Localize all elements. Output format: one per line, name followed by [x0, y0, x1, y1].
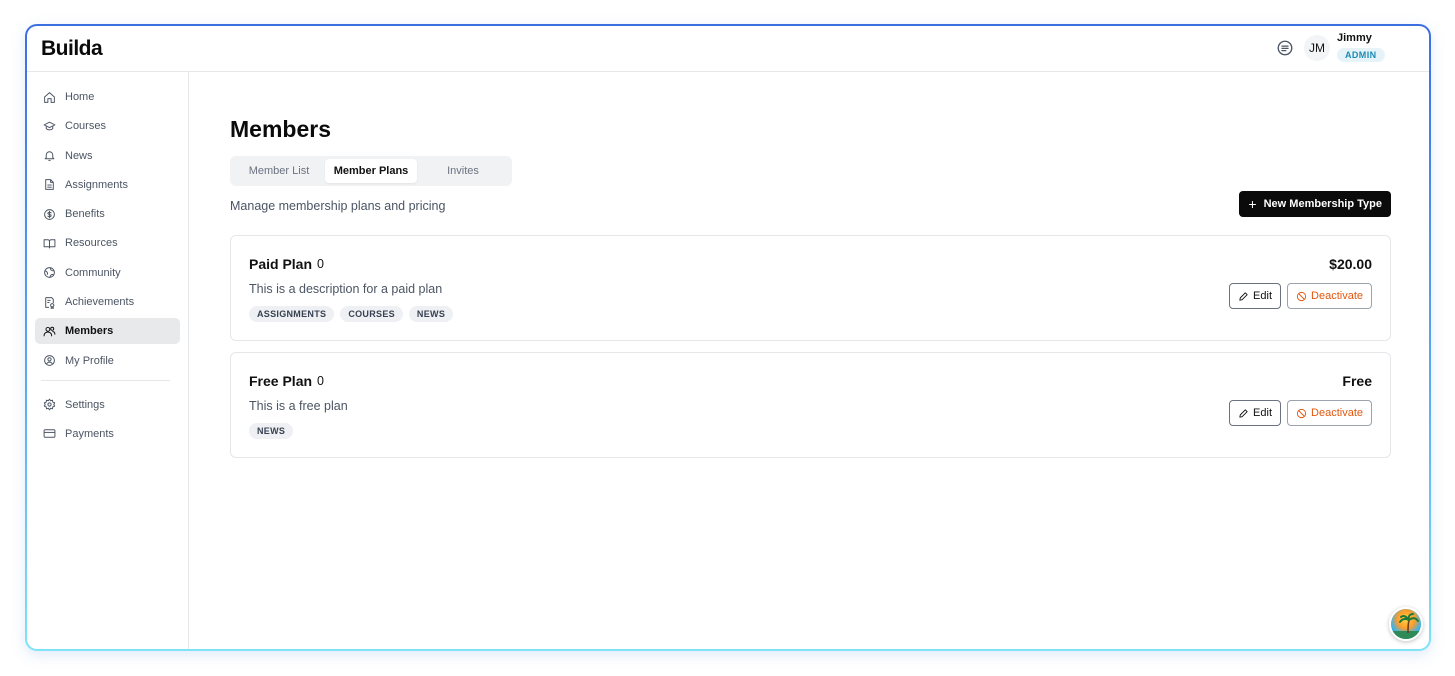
plan-tag: ASSIGNMENTS	[249, 306, 335, 322]
deactivate-button[interactable]: Deactivate	[1287, 283, 1372, 309]
file-text-icon	[45, 179, 54, 191]
bell-icon	[44, 151, 55, 161]
sidebar-item-label: Achievements	[65, 296, 135, 309]
sidebar-item-members[interactable]: Members	[35, 318, 180, 345]
sidebar-item-label: Community	[65, 266, 121, 279]
sidebar-item-label: Resources	[65, 237, 118, 250]
sidebar-item-benefits[interactable]: Benefits	[35, 201, 180, 227]
edit-label: Edit	[1253, 290, 1273, 302]
user-avatar[interactable]: JM	[1304, 35, 1330, 61]
sidebar-item-label: Assignments	[65, 178, 128, 191]
pencil-icon	[1239, 408, 1248, 418]
sidebar-item-label: Members	[65, 325, 114, 338]
chat-icon[interactable]	[1276, 39, 1294, 57]
sidebar-item-news[interactable]: News	[35, 143, 180, 169]
app-window: Builda JM Jimmy ADMIN Home Courses News …	[27, 26, 1429, 649]
sidebar-item-label: Home	[65, 91, 95, 103]
globe-icon	[44, 267, 55, 279]
plan-actions: Edit Deactivate	[1229, 283, 1372, 309]
tab-invites[interactable]: Invites	[417, 159, 509, 183]
plan-price: $20.00	[1329, 256, 1372, 272]
pencil-icon	[1239, 291, 1248, 301]
sidebar-item-resources[interactable]: Resources	[35, 230, 180, 256]
plan-description: This is a free plan	[249, 399, 348, 413]
plan-name: Free Plan	[249, 373, 313, 389]
sidebar-item-settings[interactable]: Settings	[35, 392, 180, 418]
new-membership-type-label: New Membership Type	[1263, 198, 1382, 210]
new-membership-type-button[interactable]: + New Membership Type	[1239, 191, 1391, 217]
credit-card-icon	[43, 429, 56, 439]
plan-price: Free	[1342, 373, 1372, 389]
sidebar-item-label: Payments	[65, 427, 114, 440]
main-content: Members Member List Member Plans Invites…	[189, 72, 1429, 649]
role-badge: ADMIN	[1337, 48, 1385, 62]
sidebar-item-community[interactable]: Community	[35, 260, 180, 286]
sidebar-item-label: Courses	[65, 120, 106, 133]
deactivate-label: Deactivate	[1311, 290, 1363, 302]
ban-icon	[1296, 291, 1307, 301]
app-logo[interactable]: Builda	[41, 37, 103, 61]
sidebar-item-label: Settings	[65, 398, 105, 411]
gear-icon	[43, 398, 56, 411]
plan-description: This is a description for a paid plan	[249, 282, 443, 296]
plan-member-count: 0	[317, 374, 324, 388]
tab-member-plans[interactable]: Member Plans	[325, 159, 417, 183]
sidebar: Home Courses News Assignments Benefits R…	[27, 72, 189, 649]
graduation-cap-icon	[43, 121, 56, 131]
plan-name: Paid Plan	[249, 256, 313, 272]
plan-actions: Edit Deactivate	[1229, 400, 1372, 426]
book-open-icon	[43, 239, 56, 249]
page-title: Members	[230, 116, 331, 142]
sidebar-item-assignments[interactable]: Assignments	[35, 172, 180, 198]
tab-member-list[interactable]: Member List	[233, 159, 325, 183]
sidebar-item-courses[interactable]: Courses	[35, 113, 180, 139]
user-name: Jimmy	[1337, 32, 1372, 44]
sidebar-item-achievements[interactable]: Achievements	[35, 289, 180, 315]
plan-member-count: 0	[317, 257, 324, 271]
deactivate-label: Deactivate	[1311, 407, 1363, 419]
plan-tag: NEWS	[249, 423, 294, 439]
sidebar-item-my-profile[interactable]: My Profile	[35, 348, 180, 374]
sidebar-item-payments[interactable]: Payments	[35, 421, 180, 447]
sidebar-item-home[interactable]: Home	[35, 84, 180, 110]
page-subtitle: Manage membership plans and pricing	[230, 199, 446, 213]
users-icon	[43, 326, 56, 337]
plan-tag: NEWS	[408, 306, 454, 322]
plan-card: Free Plan 0 This is a free plan NEWS Fre…	[230, 352, 1391, 458]
edit-label: Edit	[1253, 407, 1273, 419]
sidebar-divider	[41, 379, 170, 381]
sidebar-item-label: News	[65, 149, 93, 162]
top-bar: Builda JM Jimmy ADMIN	[27, 26, 1429, 72]
edit-button[interactable]: Edit	[1229, 283, 1282, 309]
plan-card: Paid Plan 0 This is a description for a …	[230, 235, 1391, 341]
user-circle-icon	[44, 355, 55, 367]
edit-button[interactable]: Edit	[1229, 400, 1282, 426]
app-frame: Builda JM Jimmy ADMIN Home Courses News …	[25, 24, 1431, 651]
ban-icon	[1296, 408, 1307, 418]
dollar-circle-icon	[44, 208, 55, 220]
plan-tags: ASSIGNMENTS COURSES NEWS	[249, 306, 454, 322]
assistant-avatar[interactable]	[1389, 607, 1423, 641]
plus-icon: +	[1248, 196, 1257, 212]
tab-bar: Member List Member Plans Invites	[230, 156, 512, 186]
sidebar-item-label: My Profile	[65, 354, 114, 367]
plan-tags: NEWS	[249, 423, 294, 439]
plan-tag: COURSES	[340, 306, 403, 322]
home-icon	[44, 91, 55, 103]
sidebar-item-label: Benefits	[65, 208, 105, 221]
deactivate-button[interactable]: Deactivate	[1287, 400, 1372, 426]
award-icon	[45, 296, 55, 309]
